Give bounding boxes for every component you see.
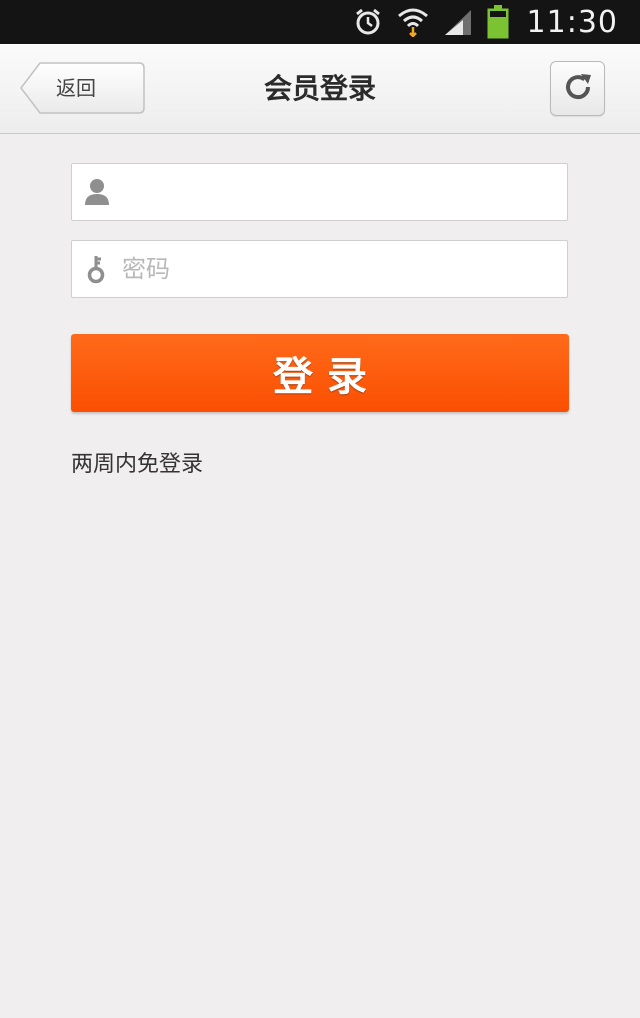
username-field[interactable] bbox=[71, 163, 568, 221]
login-button[interactable]: 登录 bbox=[71, 334, 569, 412]
signal-icon bbox=[443, 8, 473, 36]
page-title: 会员登录 bbox=[263, 72, 376, 105]
status-bar: 11:30 bbox=[0, 0, 640, 44]
username-input[interactable] bbox=[122, 164, 567, 220]
status-icons: 11:30 bbox=[353, 5, 618, 40]
alarm-icon bbox=[353, 7, 383, 37]
status-time: 11:30 bbox=[526, 4, 618, 40]
key-icon bbox=[72, 240, 122, 298]
wifi-icon bbox=[397, 7, 429, 37]
user-icon bbox=[72, 163, 122, 221]
refresh-icon bbox=[562, 71, 594, 107]
password-field[interactable] bbox=[71, 240, 568, 298]
refresh-button[interactable] bbox=[550, 61, 605, 116]
remember-login-text[interactable]: 两周内免登录 bbox=[71, 446, 203, 478]
header-bar: 返回 会员登录 bbox=[0, 44, 640, 134]
password-input[interactable] bbox=[122, 241, 567, 297]
battery-icon bbox=[487, 5, 509, 39]
